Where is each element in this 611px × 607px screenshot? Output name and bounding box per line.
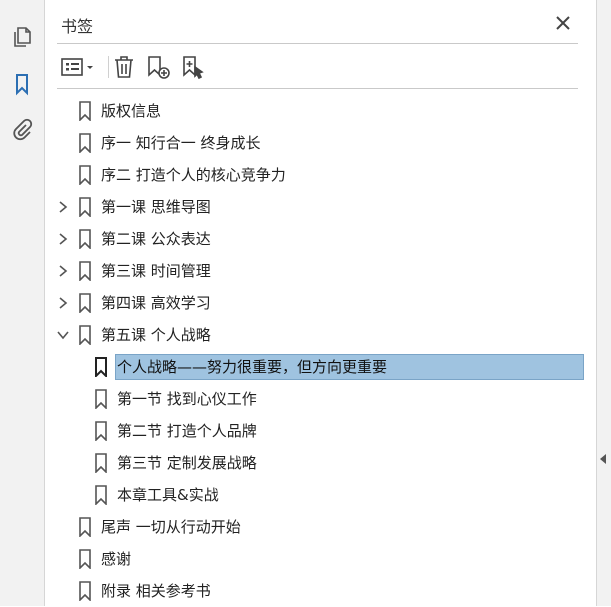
- bookmark-item[interactable]: 版权信息: [0, 95, 596, 127]
- chevron-right-icon[interactable]: [57, 296, 69, 310]
- bookmark-label: 尾声 一切从行动开始: [101, 518, 241, 536]
- bookmark-icon: [94, 485, 108, 505]
- bookmark-icon: [78, 261, 92, 281]
- bookmark-label: 第三课 时间管理: [101, 262, 211, 280]
- bookmark-icon: [78, 197, 92, 217]
- bookmark-item[interactable]: 第二节 打造个人品牌: [0, 415, 596, 447]
- delete-bookmark-button[interactable]: [112, 54, 136, 80]
- bookmark-item[interactable]: 第三节 定制发展战略: [0, 447, 596, 479]
- bookmark-icon: [78, 101, 92, 121]
- bookmark-item[interactable]: 尾声 一切从行动开始: [0, 511, 596, 543]
- chevron-right-icon[interactable]: [57, 264, 69, 278]
- bookmark-label: 感谢: [101, 550, 132, 568]
- toolbar-separator: [108, 56, 109, 78]
- bookmark-icon: [94, 421, 108, 441]
- side-strip: [596, 0, 611, 606]
- bookmark-icon: [78, 229, 92, 249]
- bookmark-icon: [78, 293, 92, 313]
- bookmark-item[interactable]: 附录 相关参考书: [0, 575, 596, 607]
- bookmark-label: 第一节 找到心仪工作: [117, 390, 257, 408]
- bookmark-icon: [78, 165, 92, 185]
- divider: [57, 43, 578, 44]
- bookmark-from-selection-button[interactable]: [180, 54, 206, 80]
- bookmark-icon: [78, 581, 92, 601]
- bookmark-label: 第一课 思维导图: [101, 198, 211, 216]
- bookmark-item[interactable]: 序二 打造个人的核心竞争力: [0, 159, 596, 191]
- chevron-right-icon[interactable]: [57, 232, 69, 246]
- bookmark-icon: [78, 325, 92, 345]
- bookmarks-icon[interactable]: [10, 72, 34, 96]
- chevron-right-icon[interactable]: [57, 200, 69, 214]
- bookmark-icon: [78, 549, 92, 569]
- bookmark-icon: [94, 389, 108, 409]
- pages-icon[interactable]: [10, 25, 34, 49]
- panel-title: 书签: [61, 17, 94, 36]
- bookmark-label: 个人战略——努力很重要，但方向更重要: [117, 358, 388, 376]
- bookmark-icon: [78, 133, 92, 153]
- bookmark-icon: [78, 517, 92, 537]
- bookmark-label: 序一 知行合一 终身成长: [101, 134, 261, 152]
- close-icon[interactable]: [552, 12, 574, 34]
- divider: [57, 88, 578, 89]
- bookmark-item[interactable]: 第二课 公众表达: [0, 223, 596, 255]
- bookmark-item[interactable]: 个人战略——努力很重要，但方向更重要: [0, 351, 596, 383]
- bookmark-label: 本章工具&实战: [117, 486, 219, 504]
- chevron-down-icon[interactable]: [57, 328, 69, 342]
- bookmark-item[interactable]: 第一节 找到心仪工作: [0, 383, 596, 415]
- bookmark-item[interactable]: 第四课 高效学习: [0, 287, 596, 319]
- new-bookmark-button[interactable]: [145, 54, 171, 80]
- bookmark-item[interactable]: 感谢: [0, 543, 596, 575]
- bookmark-icon: [94, 357, 108, 377]
- bookmark-label: 第三节 定制发展战略: [117, 454, 257, 472]
- bookmark-label: 第二课 公众表达: [101, 230, 211, 248]
- collapse-panel-icon[interactable]: [600, 454, 606, 464]
- bookmark-item[interactable]: 第五课 个人战略: [0, 319, 596, 351]
- bookmark-item[interactable]: 本章工具&实战: [0, 479, 596, 511]
- bookmark-label: 版权信息: [101, 102, 162, 120]
- bookmark-icon: [94, 453, 108, 473]
- bookmark-item[interactable]: 第一课 思维导图: [0, 191, 596, 223]
- bookmark-item[interactable]: 序一 知行合一 终身成长: [0, 127, 596, 159]
- bookmark-label: 第五课 个人战略: [101, 326, 211, 344]
- bookmark-label: 序二 打造个人的核心竞争力: [101, 166, 286, 184]
- bookmark-options-button[interactable]: [60, 54, 98, 80]
- bookmark-label: 附录 相关参考书: [101, 582, 211, 600]
- bookmark-item[interactable]: 第三课 时间管理: [0, 255, 596, 287]
- bookmark-label: 第二节 打造个人品牌: [117, 422, 257, 440]
- bookmark-label: 第四课 高效学习: [101, 294, 211, 312]
